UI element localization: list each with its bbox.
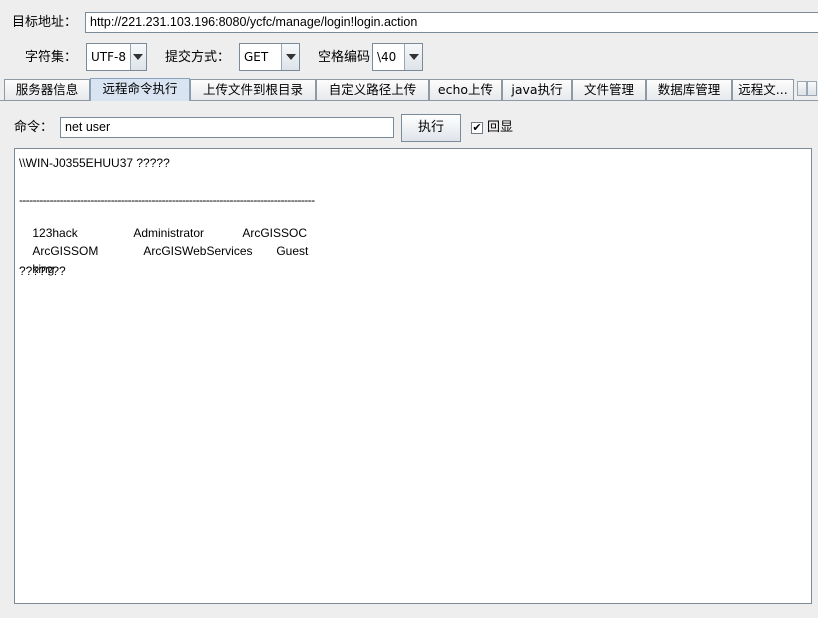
tab-server-info[interactable]: 服务器信息 (4, 79, 90, 100)
echo-label: 回显 (487, 120, 514, 135)
target-url-input[interactable]: http://221.231.103.196:8080/ycfc/manage/… (85, 12, 818, 33)
chevron-down-icon (408, 54, 419, 60)
tab-java-exec[interactable]: java执行 (502, 79, 572, 100)
method-value: GET (244, 50, 269, 64)
tab-file-manager[interactable]: 文件管理 (572, 79, 646, 100)
tab-upload-root[interactable]: 上传文件到根目录 (190, 79, 316, 100)
command-label: 命令： (14, 120, 54, 135)
tab-scroll-right-button[interactable] (807, 81, 817, 96)
tab-strip: 服务器信息 远程命令执行 上传文件到根目录 自定义路径上传 echo上传 jav… (4, 78, 818, 101)
execute-button[interactable]: 执行 (401, 114, 461, 142)
space-encoding-value: \40 (377, 50, 397, 64)
output-footer-line: ??????? (19, 264, 66, 278)
output-separator-line: ----------------------------------------… (19, 193, 315, 207)
target-url-label: 目标地址： (12, 15, 78, 30)
method-label: 提交方式： (165, 50, 231, 65)
tab-scroll-left-button[interactable] (797, 81, 807, 96)
command-input[interactable]: net user (60, 117, 394, 138)
output-cell: Administrator (133, 226, 205, 240)
tab-remote-command[interactable]: 远程命令执行 (90, 78, 190, 101)
command-output-area[interactable]: \\WIN-J0355EHUU37 ????? ----------------… (14, 148, 812, 604)
output-cell: ArcGISSOM (32, 244, 99, 258)
tab-echo-upload[interactable]: echo上传 (429, 79, 502, 100)
charset-select[interactable]: UTF-8 (86, 43, 147, 71)
tab-custom-path-upload[interactable]: 自定义路径上传 (316, 79, 429, 100)
space-encoding-label: 空格编码 (318, 50, 371, 65)
chevron-down-icon (285, 54, 296, 60)
charset-value: UTF-8 (91, 50, 126, 64)
space-encoding-dropdown-arrow[interactable] (404, 44, 422, 70)
output-cell: Guest (276, 244, 309, 258)
output-row: 123hack Administrator ArcGISSOC (19, 209, 807, 240)
charset-label: 字符集： (25, 50, 78, 65)
output-cell: ArcGISSOC (242, 226, 308, 240)
method-select[interactable]: GET (239, 43, 300, 71)
tab-remote-file[interactable]: 远程文... (732, 79, 794, 100)
echo-checkbox[interactable]: ✔ (471, 122, 483, 134)
chevron-down-icon (133, 54, 144, 60)
output-header-line: \\WIN-J0355EHUU37 ????? (19, 156, 170, 170)
method-dropdown-arrow[interactable] (281, 44, 299, 70)
charset-dropdown-arrow[interactable] (129, 44, 146, 70)
output-blank-line (19, 173, 807, 191)
output-cell: ArcGISWebServices (143, 244, 253, 258)
output-cell: 123hack (32, 226, 78, 240)
tab-database-manager[interactable]: 数据库管理 (646, 79, 732, 100)
space-encoding-select[interactable]: \40 (372, 43, 423, 71)
